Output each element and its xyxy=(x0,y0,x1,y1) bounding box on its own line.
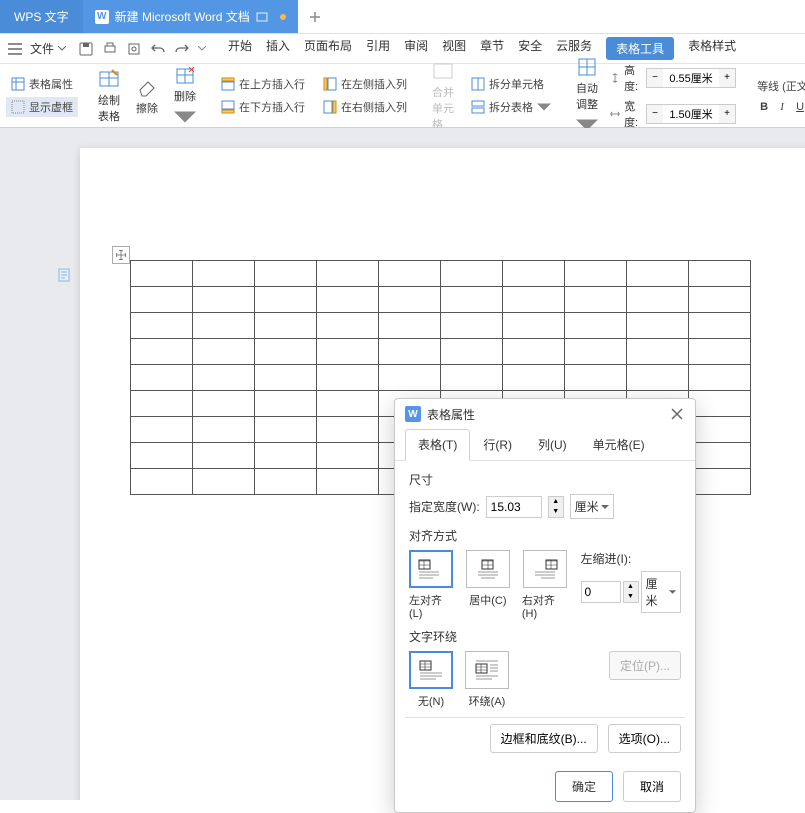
table-properties-button[interactable]: 表格属性 xyxy=(6,74,78,94)
align-center-option[interactable] xyxy=(466,550,510,588)
text-format-row: B I U xyxy=(752,99,805,115)
print-preview-icon[interactable] xyxy=(126,41,142,57)
modified-indicator xyxy=(280,14,286,20)
quick-access-toolbar xyxy=(78,41,206,57)
underline-button[interactable]: U xyxy=(793,101,805,113)
document-tab[interactable]: W 新建 Microsoft Word 文档 xyxy=(83,0,298,33)
tab-row[interactable]: 行(R) xyxy=(470,429,525,460)
tab-layout[interactable]: 页面布局 xyxy=(304,37,352,60)
insert-row-above-button[interactable]: 在上方插入行 xyxy=(216,74,310,94)
width-plus[interactable]: + xyxy=(719,105,735,123)
tab-security[interactable]: 安全 xyxy=(518,37,542,60)
indent-unit-select[interactable]: 厘米 xyxy=(641,571,681,613)
split-table-button[interactable]: 拆分表格 xyxy=(466,97,556,117)
col-width-control[interactable]: 宽度: −+ xyxy=(610,98,736,130)
show-gridlines-button[interactable]: 显示虚框 xyxy=(6,97,78,117)
row-height-control[interactable]: 高度: −+ xyxy=(610,62,736,94)
dialog-tabs: 表格(T) 行(R) 列(U) 单元格(E) xyxy=(395,429,695,461)
width-input[interactable] xyxy=(663,105,719,123)
merge-cells-button: 合并单元格 xyxy=(428,58,458,134)
align-right-label: 右对齐(H) xyxy=(522,592,569,620)
tab-column[interactable]: 列(U) xyxy=(525,429,580,460)
align-center-label: 居中(C) xyxy=(469,592,506,608)
preferred-width-input[interactable] xyxy=(486,496,542,518)
save-icon[interactable] xyxy=(78,41,94,57)
print-icon[interactable] xyxy=(102,41,118,57)
title-bar: WPS 文字 W 新建 Microsoft Word 文档 xyxy=(0,0,805,34)
wrap-none-option[interactable] xyxy=(409,651,453,689)
split-cells-button[interactable]: 拆分单元格 xyxy=(466,74,556,94)
table-row[interactable] xyxy=(131,287,751,313)
tab-table-style[interactable]: 表格样式 xyxy=(688,37,736,60)
ribbon: 表格属性 显示虚框 绘制表格 擦除 删除 在上方插入行 在下方插入行 在左侧插入… xyxy=(0,64,805,128)
indent-spinner[interactable]: ▲▼ xyxy=(623,581,639,603)
insert-row-below-button[interactable]: 在下方插入行 xyxy=(216,97,310,117)
delete-button[interactable]: 删除 xyxy=(170,62,200,130)
table-row[interactable] xyxy=(131,313,751,339)
italic-button[interactable]: I xyxy=(775,101,789,113)
tab-start[interactable]: 开始 xyxy=(228,37,252,60)
file-menu[interactable]: 文件 xyxy=(24,38,72,59)
height-input[interactable] xyxy=(663,69,719,87)
height-plus[interactable]: + xyxy=(719,69,735,87)
dialog-titlebar[interactable]: W 表格属性 xyxy=(395,399,695,429)
autofit-button[interactable]: 自动调整 xyxy=(572,54,602,138)
tab-section[interactable]: 章节 xyxy=(480,37,504,60)
tab-cell[interactable]: 单元格(E) xyxy=(580,429,658,460)
app-tab[interactable]: WPS 文字 xyxy=(0,0,83,33)
positioning-button: 定位(P)... xyxy=(609,651,681,680)
font-family-select[interactable]: 等线 (正文) xyxy=(752,76,805,96)
borders-shading-button[interactable]: 边框和底纹(B)... xyxy=(490,724,598,753)
tab-table-tools[interactable]: 表格工具 xyxy=(606,37,674,60)
insert-col-left-button[interactable]: 在左侧插入列 xyxy=(318,74,412,94)
tab-table[interactable]: 表格(T) xyxy=(405,429,470,461)
eraser-button[interactable]: 擦除 xyxy=(132,74,162,118)
close-button[interactable] xyxy=(669,406,685,422)
word-icon: W xyxy=(95,10,109,24)
table-row[interactable] xyxy=(131,339,751,365)
size-section-label: 尺寸 xyxy=(409,471,681,488)
align-left-option[interactable] xyxy=(409,550,453,588)
width-unit-select[interactable]: 厘米 xyxy=(570,494,614,519)
indent-label: 左缩进(I): xyxy=(581,550,681,567)
bold-button[interactable]: B xyxy=(757,101,771,113)
redo-icon[interactable] xyxy=(174,41,190,57)
indent-input[interactable] xyxy=(581,581,621,603)
menu-icon[interactable] xyxy=(8,43,22,55)
new-tab-button[interactable] xyxy=(298,0,332,33)
cancel-button[interactable]: 取消 xyxy=(623,771,681,802)
align-right-option[interactable] xyxy=(523,550,567,588)
width-spinner[interactable]: ▲▼ xyxy=(548,496,564,518)
qat-dropdown-icon[interactable] xyxy=(198,46,206,51)
menu-bar: 文件 开始 插入 页面布局 引用 审阅 视图 章节 安全 云服务 表格工具 表格… xyxy=(0,34,805,64)
tab-insert[interactable]: 插入 xyxy=(266,37,290,60)
tab-review[interactable]: 审阅 xyxy=(404,37,428,60)
ribbon-tabs: 开始 插入 页面布局 引用 审阅 视图 章节 安全 云服务 表格工具 表格样式 xyxy=(228,37,736,60)
height-minus[interactable]: − xyxy=(647,69,663,87)
table-move-handle[interactable] xyxy=(112,246,130,264)
insert-col-right-button[interactable]: 在右侧插入列 xyxy=(318,97,412,117)
undo-icon[interactable] xyxy=(150,41,166,57)
tab-window-icon[interactable] xyxy=(256,12,268,22)
word-icon: W xyxy=(405,406,421,422)
options-button[interactable]: 选项(O)... xyxy=(608,724,681,753)
document-name: 新建 Microsoft Word 文档 xyxy=(115,8,250,25)
table-row[interactable] xyxy=(131,365,751,391)
preferred-width-label: 指定宽度(W): xyxy=(409,498,480,515)
wrap-none-label: 无(N) xyxy=(418,693,444,709)
table-row[interactable] xyxy=(131,261,751,287)
dialog-title: 表格属性 xyxy=(427,406,475,423)
outline-icon[interactable] xyxy=(58,268,72,282)
align-section-label: 对齐方式 xyxy=(409,527,681,544)
ok-button[interactable]: 确定 xyxy=(555,771,613,802)
align-left-label: 左对齐(L) xyxy=(409,592,454,620)
wrap-around-option[interactable] xyxy=(465,651,509,689)
wrap-section-label: 文字环绕 xyxy=(409,628,681,645)
width-minus[interactable]: − xyxy=(647,105,663,123)
table-properties-dialog: W 表格属性 表格(T) 行(R) 列(U) 单元格(E) 尺寸 指定宽度(W)… xyxy=(394,398,696,813)
tab-references[interactable]: 引用 xyxy=(366,37,390,60)
draw-table-button[interactable]: 绘制表格 xyxy=(94,66,124,126)
wrap-around-label: 环绕(A) xyxy=(469,693,506,709)
